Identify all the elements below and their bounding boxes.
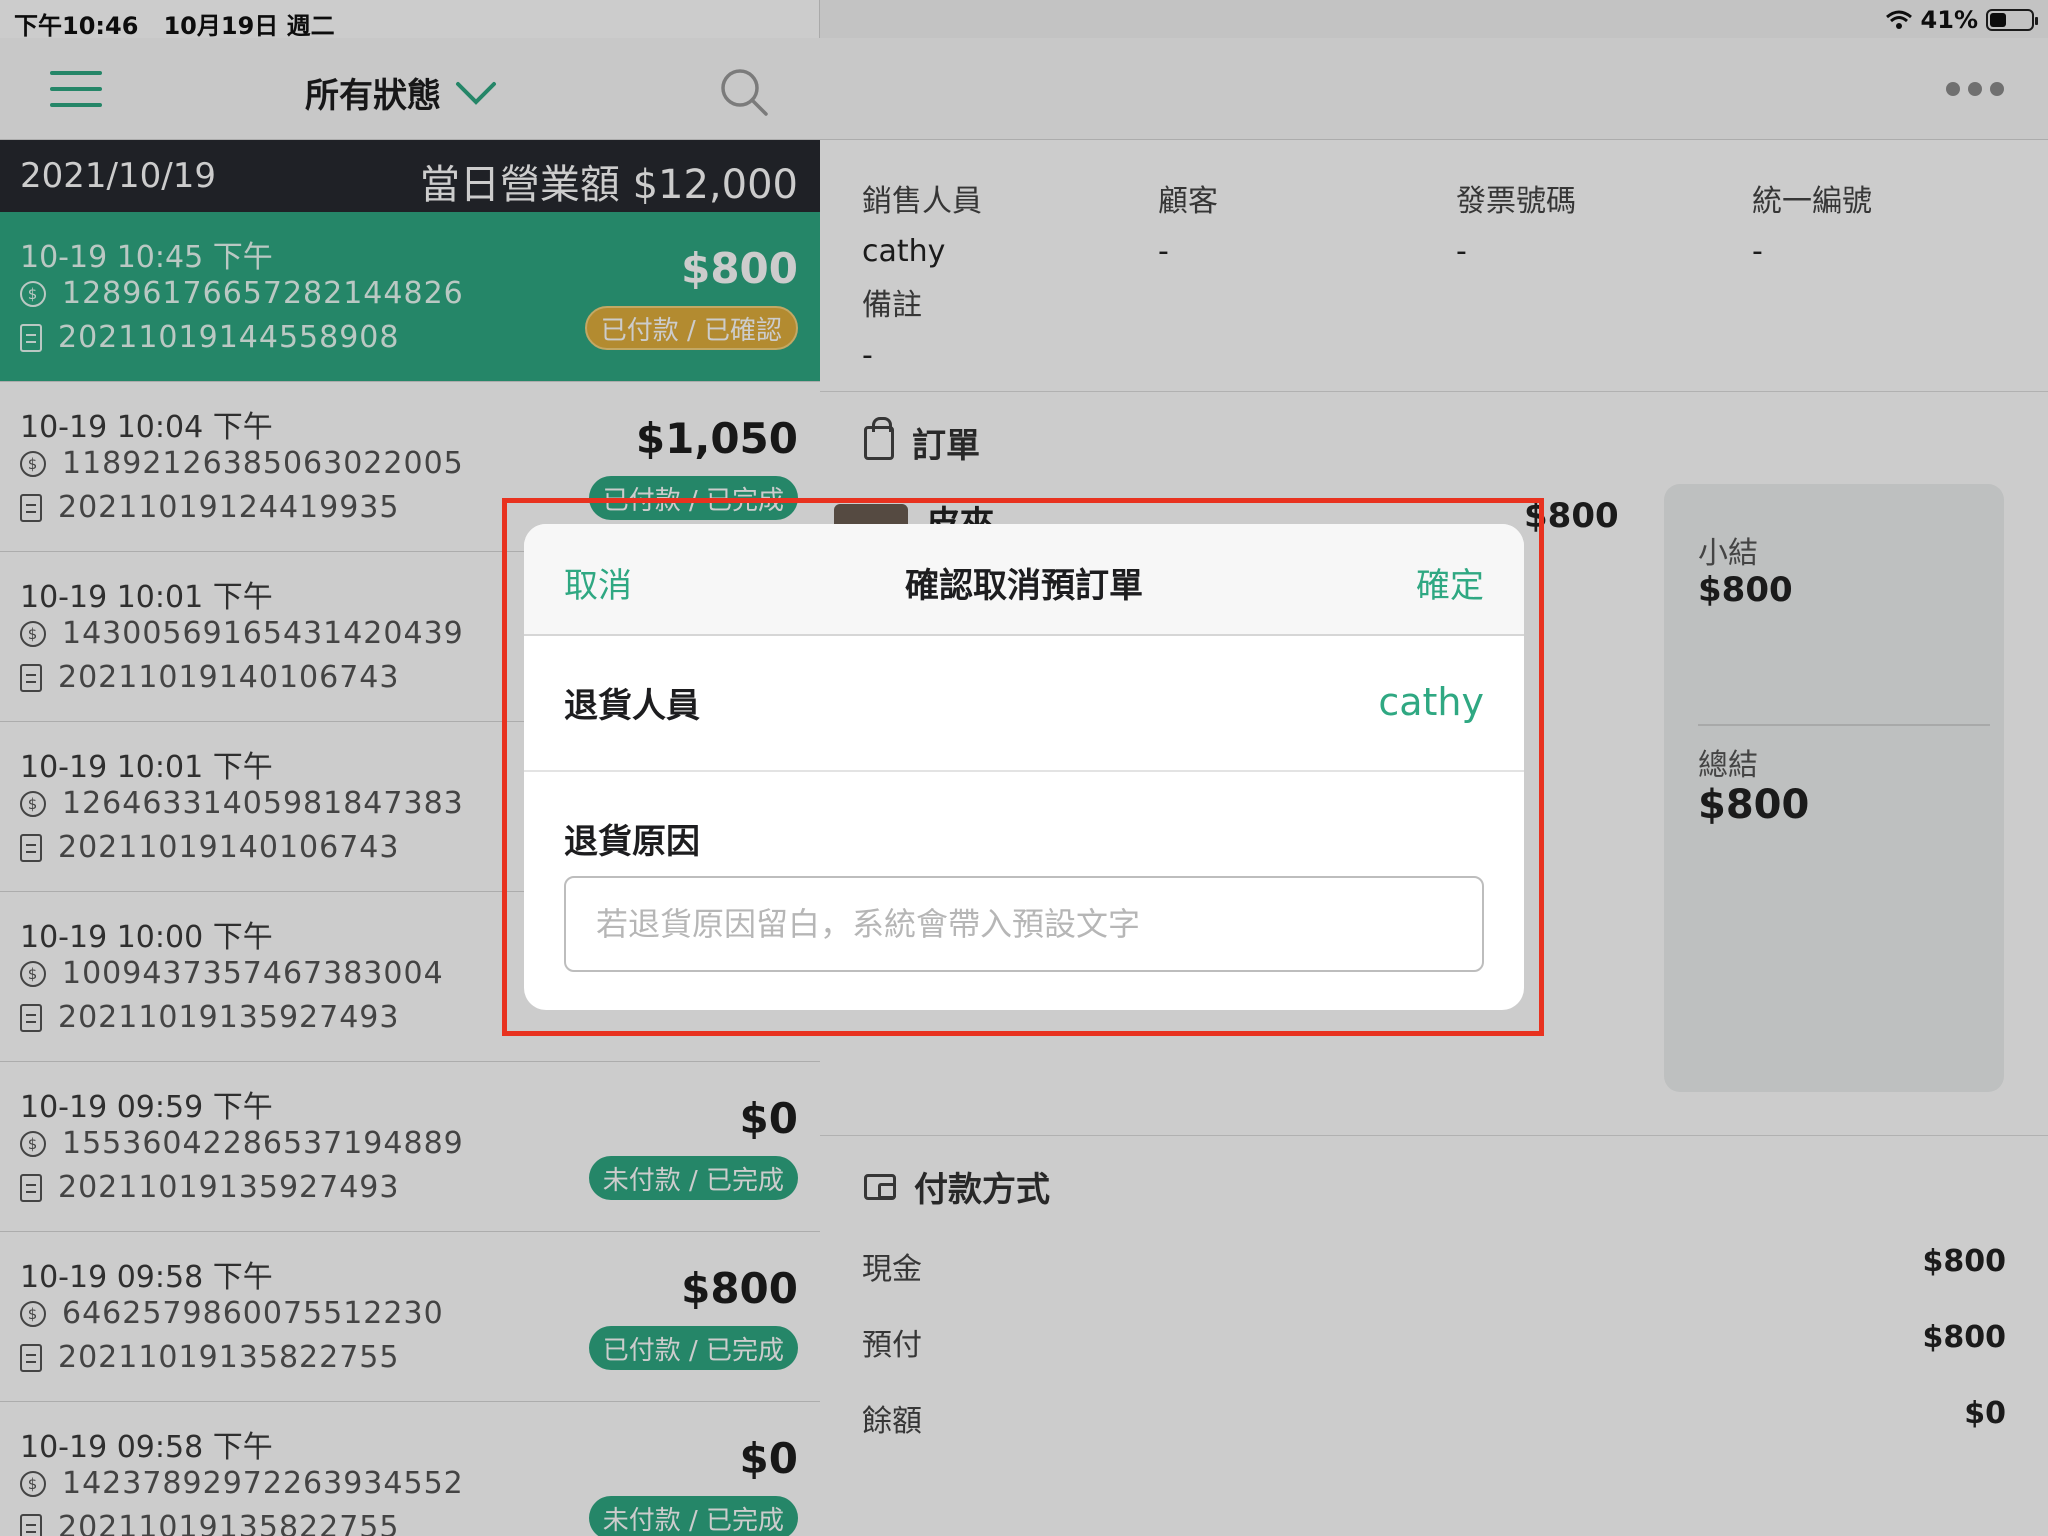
dialog-title: 確認取消預訂單 (905, 566, 1143, 606)
return-staff-label: 退貨人員 (564, 686, 700, 726)
return-reason-label: 退貨原因 (564, 822, 700, 862)
return-staff-value[interactable]: cathy (1378, 680, 1484, 724)
confirm-button[interactable]: 確定 (1416, 558, 1484, 607)
dialog-header: 取消 確認取消預訂單 確定 (524, 524, 1524, 636)
cancel-order-dialog: 取消 確認取消預訂單 確定 退貨人員 cathy 退貨原因 (524, 524, 1524, 1010)
return-reason-input[interactable] (564, 876, 1484, 972)
return-staff-row[interactable]: 退貨人員 cathy (524, 636, 1524, 772)
